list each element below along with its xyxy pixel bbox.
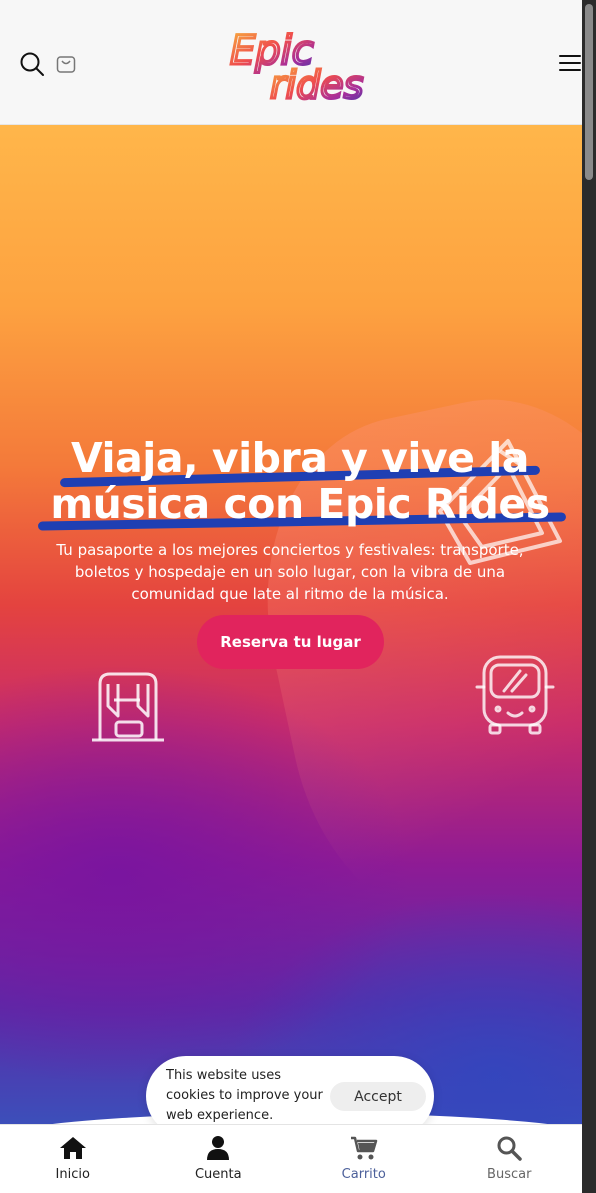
menu-icon <box>559 55 581 71</box>
search-icon <box>20 52 44 76</box>
menu-button[interactable] <box>558 52 582 74</box>
search-button[interactable] <box>18 50 46 78</box>
hero-title-line-1: Viaja, vibra y vive la <box>71 434 529 482</box>
hero-section: Viaja, vibra y vive la música con Epic R… <box>0 125 582 1125</box>
site-header: Epic rides <box>0 0 582 125</box>
scrollbar-thumb[interactable] <box>585 4 593 180</box>
nav-label: Inicio <box>55 1167 90 1182</box>
shopping-bag-icon <box>56 56 76 73</box>
nav-label: Cuenta <box>194 1167 242 1182</box>
search-icon <box>497 1136 522 1161</box>
hero-title-line-2: música con Epic Rides <box>50 480 550 528</box>
nav-item-cuenta[interactable]: Cuenta <box>146 1125 292 1193</box>
home-icon <box>59 1137 86 1159</box>
logo-text-rides: rides <box>270 63 363 104</box>
bottom-navigation: Inicio Cuenta Carrito Buscar <box>0 1124 582 1193</box>
cookie-message: This website uses cookies to improve you… <box>166 1068 323 1123</box>
accept-cookies-button[interactable]: Accept <box>330 1082 426 1111</box>
nav-item-buscar[interactable]: Buscar <box>437 1125 583 1193</box>
reserve-button[interactable]: Reserva tu lugar <box>197 615 384 669</box>
nav-label: Carrito <box>341 1167 386 1182</box>
nav-item-inicio[interactable]: Inicio <box>0 1125 146 1193</box>
hero-title: Viaja, vibra y vive la música con Epic R… <box>20 435 580 527</box>
bus-icon <box>475 655 555 735</box>
scrollbar[interactable] <box>582 0 596 1193</box>
hero-subtitle: Tu pasaporte a los mejores conciertos y … <box>56 541 524 603</box>
hotel-icon <box>92 672 164 742</box>
logo[interactable]: Epic rides <box>226 22 376 109</box>
nav-item-carrito[interactable]: Carrito <box>291 1125 437 1193</box>
cart-icon <box>350 1136 377 1160</box>
cart-button[interactable] <box>54 51 78 75</box>
user-icon <box>207 1136 230 1160</box>
nav-label: Buscar <box>487 1167 532 1182</box>
